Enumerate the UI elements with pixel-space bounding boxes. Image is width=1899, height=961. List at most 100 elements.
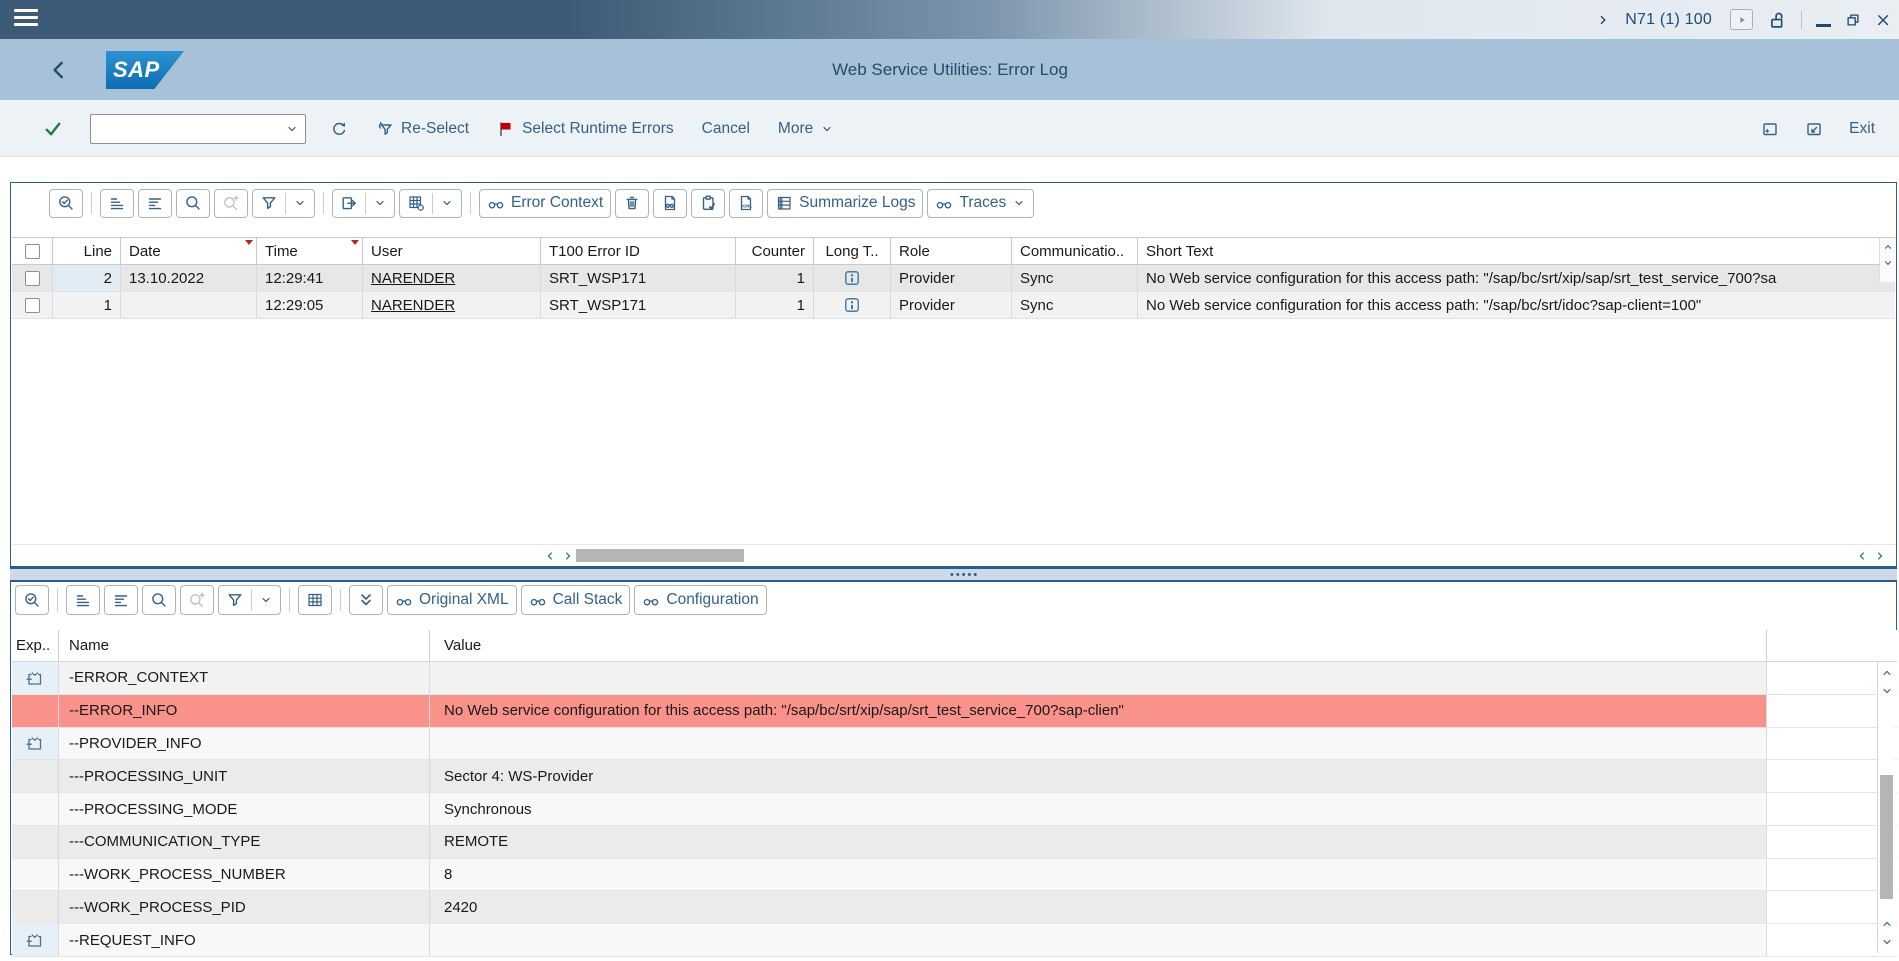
detail-name-cell[interactable]: --REQUEST_INFO: [59, 924, 430, 956]
counter-cell[interactable]: 1: [736, 292, 814, 318]
column-header-role[interactable]: Role: [891, 238, 1012, 264]
filter-button[interactable]: [252, 189, 315, 218]
xml-button[interactable]: [729, 189, 763, 218]
detail-row[interactable]: ---PROCESSING_MODE Synchronous: [12, 793, 1897, 826]
short-text-cell[interactable]: No Web service configuration for this ac…: [1138, 265, 1895, 291]
detail-name-cell[interactable]: --PROVIDER_INFO: [59, 728, 430, 760]
traces-button[interactable]: Traces: [927, 189, 1034, 218]
horizontal-scrollbar[interactable]: [12, 544, 1895, 565]
user-link[interactable]: NARENDER: [371, 297, 455, 314]
column-header-value[interactable]: Value: [430, 630, 1767, 661]
communication-cell[interactable]: Sync: [1012, 265, 1138, 291]
scrollbar-thumb[interactable]: [1880, 775, 1893, 899]
detail-value-cell[interactable]: Sector 4: WS-Provider: [430, 760, 1767, 792]
sort-descending-button[interactable]: [104, 585, 138, 615]
details-button[interactable]: [49, 189, 83, 218]
filter-button[interactable]: [218, 585, 281, 615]
exit-button[interactable]: Exit: [1849, 120, 1875, 138]
chevron-down-icon[interactable]: [285, 122, 299, 136]
detail-row[interactable]: ---PROCESSING_UNIT Sector 4: WS-Provider: [12, 760, 1897, 793]
column-header-expand[interactable]: Exp..: [12, 630, 59, 661]
call-stack-button[interactable]: Call Stack: [521, 585, 631, 615]
scroll-down-icon[interactable]: [1880, 935, 1894, 949]
column-header-shorttext[interactable]: Short Text: [1138, 238, 1895, 264]
export-button[interactable]: [332, 189, 395, 218]
info-icon[interactable]: [843, 269, 861, 287]
detail-name-cell[interactable]: ---COMMUNICATION_TYPE: [59, 826, 430, 858]
minimize-icon[interactable]: [1816, 24, 1831, 27]
column-header-longtext[interactable]: Long T..: [814, 238, 891, 264]
collapse-all-button[interactable]: [349, 585, 383, 615]
scroll-left-icon[interactable]: [543, 549, 557, 563]
play-icon[interactable]: [1730, 9, 1753, 30]
detail-value-cell[interactable]: No Web service configuration for this ac…: [430, 695, 1767, 727]
expand-node-icon[interactable]: [26, 931, 44, 949]
refresh-icon[interactable]: [330, 120, 348, 138]
detail-name-cell[interactable]: ---PROCESSING_MODE: [59, 793, 430, 825]
layout-button[interactable]: [399, 189, 462, 218]
date-cell[interactable]: [121, 292, 257, 318]
scroll-right-icon[interactable]: [561, 549, 575, 563]
find-button[interactable]: [142, 585, 176, 615]
error-context-button[interactable]: Error Context: [479, 189, 611, 218]
row-checkbox[interactable]: [25, 298, 40, 313]
more-menu-button[interactable]: More: [778, 120, 834, 138]
pane-splitter[interactable]: •••••: [10, 567, 1897, 580]
summarize-logs-button[interactable]: Summarize Logs: [767, 189, 923, 218]
t100-error-id-cell[interactable]: SRT_WSP171: [541, 265, 736, 291]
close-icon[interactable]: [1875, 12, 1891, 28]
cancel-button[interactable]: Cancel: [702, 120, 750, 138]
role-cell[interactable]: Provider: [891, 265, 1012, 291]
detail-name-cell[interactable]: ---WORK_PROCESS_PID: [59, 891, 430, 923]
detail-name-cell[interactable]: ---WORK_PROCESS_NUMBER: [59, 859, 430, 891]
back-icon[interactable]: [48, 59, 70, 81]
detail-value-cell[interactable]: Synchronous: [430, 793, 1767, 825]
time-cell[interactable]: 12:29:05: [257, 292, 363, 318]
time-cell[interactable]: 12:29:41: [257, 265, 363, 291]
scroll-down-icon[interactable]: [1882, 257, 1894, 269]
table-row[interactable]: 2 13.10.2022 12:29:41 NARENDER SRT_WSP17…: [12, 265, 1895, 292]
detail-row-error[interactable]: --ERROR_INFO No Web service configuratio…: [12, 695, 1897, 728]
table-row[interactable]: 1 12:29:05 NARENDER SRT_WSP171 1 Provide…: [12, 292, 1895, 319]
menu-icon[interactable]: [14, 9, 40, 30]
scroll-down-icon[interactable]: [1880, 684, 1894, 698]
vertical-scrollbar[interactable]: [1877, 662, 1895, 953]
scroll-up-icon[interactable]: [1882, 241, 1894, 253]
info-icon[interactable]: [843, 296, 861, 314]
detail-name-cell[interactable]: ---PROCESSING_UNIT: [59, 760, 430, 792]
detail-name-cell[interactable]: -ERROR_CONTEXT: [59, 662, 430, 694]
short-text-cell[interactable]: No Web service configuration for this ac…: [1138, 292, 1895, 318]
find-button[interactable]: [176, 189, 210, 218]
chevron-right-icon[interactable]: [1595, 12, 1611, 28]
line-cell[interactable]: 1: [53, 292, 121, 318]
column-header-date[interactable]: Date: [121, 238, 257, 264]
detail-row[interactable]: ---COMMUNICATION_TYPE REMOTE: [12, 826, 1897, 859]
sort-ascending-button[interactable]: [66, 585, 100, 615]
detail-row[interactable]: ---WORK_PROCESS_NUMBER 8: [12, 859, 1897, 892]
column-header-line[interactable]: Line: [53, 238, 121, 264]
expand-node-icon[interactable]: [26, 734, 44, 752]
detail-row[interactable]: -ERROR_CONTEXT: [12, 662, 1897, 695]
detail-row[interactable]: --PROVIDER_INFO: [12, 728, 1897, 761]
detail-value-cell[interactable]: [430, 728, 1767, 760]
display-log-button[interactable]: [653, 189, 687, 218]
restore-icon[interactable]: [1845, 12, 1861, 28]
find-next-button[interactable]: [214, 189, 248, 218]
detail-value-cell[interactable]: [430, 924, 1767, 956]
role-cell[interactable]: Provider: [891, 292, 1012, 318]
configuration-button[interactable]: Configuration: [634, 585, 766, 615]
detail-name-cell[interactable]: --ERROR_INFO: [59, 695, 430, 727]
scroll-left-icon[interactable]: [1855, 549, 1869, 563]
scrollbar-thumb[interactable]: [576, 549, 744, 562]
scroll-up-icon[interactable]: [1880, 917, 1894, 931]
user-link[interactable]: NARENDER: [371, 270, 455, 287]
detail-value-cell[interactable]: 8: [430, 859, 1767, 891]
detail-value-cell[interactable]: [430, 662, 1767, 694]
original-xml-button[interactable]: Original XML: [387, 585, 517, 615]
column-header-user[interactable]: User: [363, 238, 541, 264]
detail-row[interactable]: ---WORK_PROCESS_PID 2420: [12, 891, 1897, 924]
t100-error-id-cell[interactable]: SRT_WSP171: [541, 292, 736, 318]
column-header-time[interactable]: Time: [257, 238, 363, 264]
column-header-counter[interactable]: Counter: [736, 238, 814, 264]
details-button[interactable]: [15, 585, 49, 615]
